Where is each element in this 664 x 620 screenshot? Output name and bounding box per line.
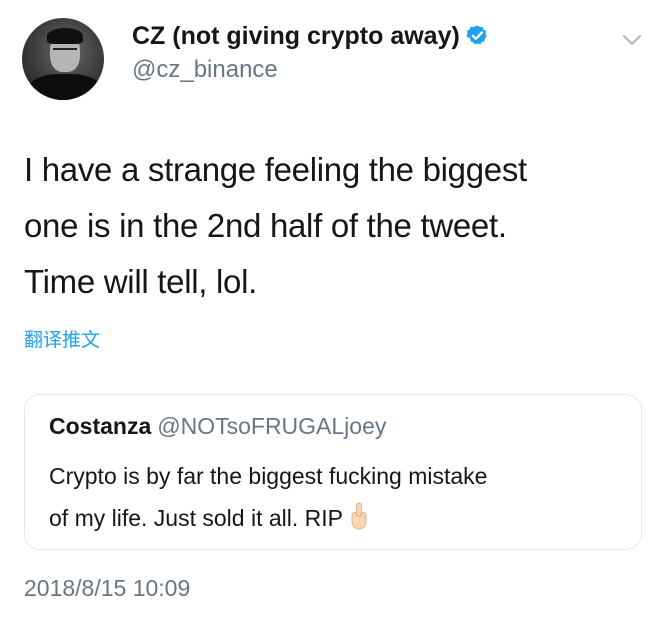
tweet-card: CZ (not giving crypto away) @cz_binance … (0, 0, 664, 620)
translate-tweet-link[interactable]: 翻译推文 (24, 325, 100, 352)
quoted-tweet-text: Crypto is by far the biggest fucking mis… (49, 455, 629, 539)
tweet-text-line: Time will tell, lol. (24, 263, 257, 300)
quoted-author-handle: @NOTsoFRUGALjoey (157, 413, 387, 439)
tweet-text-line: I have a strange feeling the biggest (24, 151, 527, 188)
tweet-timestamp[interactable]: 2018/8/15 10:09 (24, 575, 190, 602)
avatar[interactable] (22, 18, 104, 100)
avatar-suit (28, 74, 102, 100)
verified-badge-icon (466, 25, 487, 45)
quoted-author-name: Costanza (49, 413, 152, 439)
chevron-down-icon[interactable] (622, 33, 642, 47)
author-name-text[interactable]: CZ (not giving crypto away) (132, 22, 460, 50)
author-display-name[interactable]: CZ (not giving crypto away) (132, 22, 489, 51)
middle-finger-emoji-icon (351, 502, 367, 530)
tweet-text: I have a strange feeling the biggest one… (24, 142, 644, 310)
quoted-tweet[interactable]: Costanza @NOTsoFRUGALjoey Crypto is by fa… (24, 394, 642, 550)
quoted-tweet-header: Costanza @NOTsoFRUGALjoey (49, 413, 386, 440)
avatar-hair (47, 28, 83, 44)
quoted-text-line: of my life. Just sold it all. RIP (49, 505, 343, 531)
quoted-text-line: Crypto is by far the biggest fucking mis… (49, 463, 488, 489)
quoted-text-line-with-emoji: of my life. Just sold it all. RIP (49, 497, 629, 539)
tweet-text-line: one is in the 2nd half of the tweet. (24, 207, 507, 244)
author-handle[interactable]: @cz_binance (132, 56, 278, 84)
avatar-glasses (53, 48, 77, 55)
